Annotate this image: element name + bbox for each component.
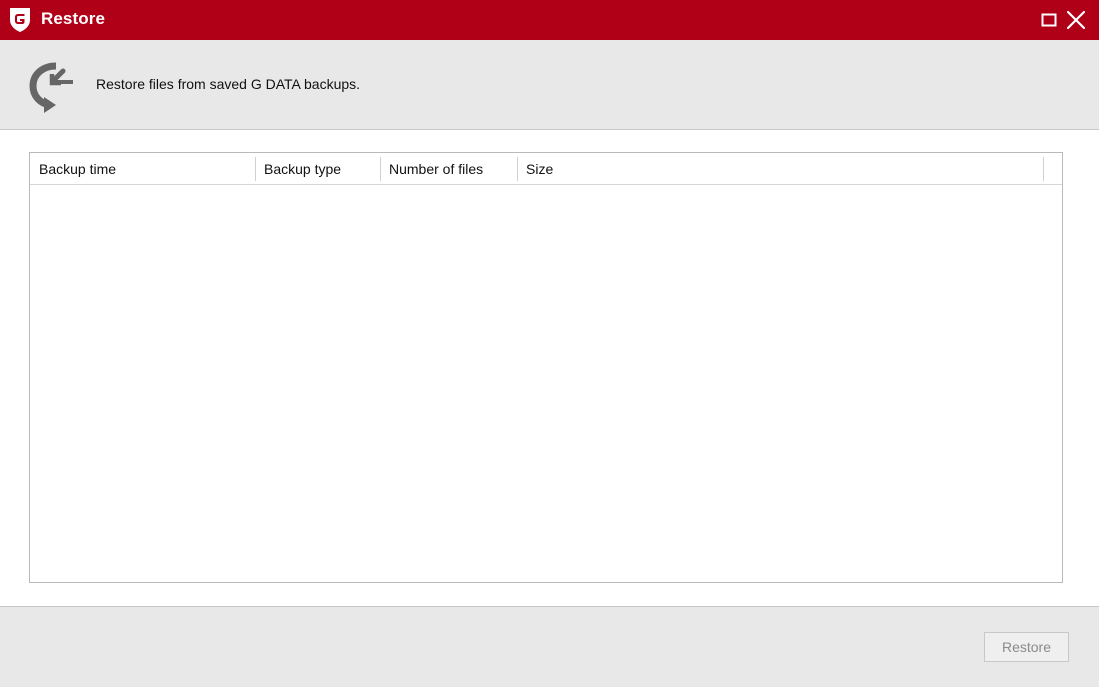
maximize-button[interactable] <box>1037 8 1061 32</box>
restore-icon <box>26 57 76 113</box>
gdata-logo-icon <box>8 7 32 33</box>
column-header-number-of-files[interactable]: Number of files <box>380 153 517 185</box>
column-header-backup-type[interactable]: Backup type <box>255 153 380 185</box>
backup-list[interactable]: Backup time Backup type Number of files … <box>29 152 1063 583</box>
column-header-backup-time[interactable]: Backup time <box>30 153 255 185</box>
window-title: Restore <box>41 9 106 28</box>
column-divider[interactable] <box>1043 157 1044 181</box>
title-bar: Restore <box>0 0 1099 40</box>
maximize-icon <box>1041 13 1057 27</box>
header-description: Restore files from saved G DATA backups. <box>96 76 361 92</box>
restore-button[interactable]: Restore <box>984 632 1069 662</box>
close-icon <box>1066 10 1086 30</box>
column-header-size[interactable]: Size <box>517 153 1043 185</box>
header-panel: Restore files from saved G DATA backups. <box>0 40 1099 130</box>
footer-panel: Restore <box>0 606 1099 687</box>
close-button[interactable] <box>1064 8 1088 32</box>
list-header: Backup time Backup type Number of files … <box>30 153 1062 185</box>
